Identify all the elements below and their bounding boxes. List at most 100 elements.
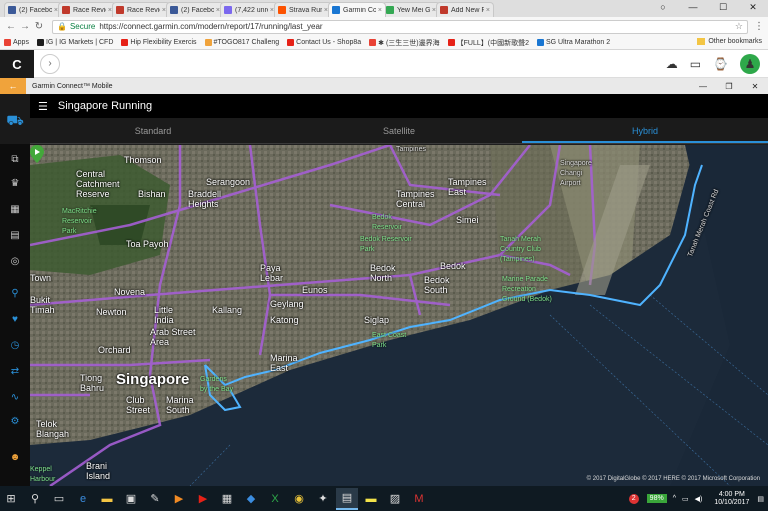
close-window-button[interactable]: ✕ [742, 82, 768, 91]
windows-start-icon[interactable]: ⊞ [0, 488, 22, 510]
browser-tab[interactable]: Garmin Con× [328, 2, 386, 17]
tab-close-icon[interactable]: × [486, 7, 490, 14]
clock[interactable]: 4:00 PM 10/10/2017 [714, 491, 749, 507]
reload-icon[interactable]: ↻ [32, 21, 46, 32]
news-icon[interactable]: ▤ [0, 230, 30, 241]
bookmark-item[interactable]: Contact Us - Shop8a [287, 38, 361, 48]
map-label-bedok-south: Bedok South [424, 275, 450, 295]
map-view[interactable]: Thomson Central Catchment Reserve Bishan Se… [30, 145, 768, 486]
chrome-menu-icon[interactable]: ⋮ [754, 21, 764, 32]
minimize-button[interactable]: — [690, 82, 716, 91]
chevron-right-icon[interactable]: › [40, 54, 60, 74]
bookmark-favicon-icon [447, 39, 455, 46]
heart-icon[interactable]: ♥ [0, 314, 30, 325]
url-text[interactable]: https://connect.garmin.com/modern/report… [99, 22, 735, 31]
device-watch-icon[interactable]: ⌚ [713, 57, 728, 71]
map-label-town: Town [30, 273, 52, 283]
volume-icon[interactable]: ◀) [695, 495, 703, 503]
other-bookmarks-label: Other bookmarks [708, 38, 762, 45]
sticky-notes-icon[interactable]: ▬ [360, 488, 382, 510]
edge-icon[interactable]: e [72, 488, 94, 510]
notification-badge[interactable]: 2 [628, 493, 639, 504]
maximize-button[interactable]: ☐ [708, 0, 738, 15]
bookmark-star-icon[interactable]: ☆ [735, 21, 743, 32]
bookmark-item[interactable]: 【FULL】(中國新歌聲2 [447, 38, 529, 48]
map-label-bedok: Bedok [440, 261, 466, 271]
dropbox-icon[interactable]: ◆ [240, 488, 262, 510]
garmin-app-icon[interactable]: ▤ [336, 487, 358, 510]
browser-tab[interactable]: Strava Run × [274, 2, 332, 17]
forward-arrow-icon[interactable]: → [18, 21, 32, 32]
youtube-icon[interactable]: ▶ [192, 488, 214, 510]
tab-satellite[interactable]: Satellite [276, 118, 522, 143]
other-bookmarks[interactable]: Other bookmarks [697, 38, 762, 45]
insights-icon[interactable]: ◎ [0, 256, 30, 267]
map-label-tiong-bahru: Tiong Bahru [80, 373, 105, 393]
hamburger-menu-icon[interactable]: ☰ [38, 100, 48, 113]
pen-icon[interactable]: ✎ [144, 488, 166, 510]
avatar[interactable]: ♟ [740, 54, 760, 74]
bookmark-favicon-icon [4, 39, 11, 46]
media-player-icon[interactable]: ▶ [168, 488, 190, 510]
tab-label: Add New P [451, 6, 484, 14]
browser-tab[interactable]: (2) Facebook× [166, 2, 224, 17]
browser-tab[interactable]: (2) Facebook× [4, 2, 62, 17]
chrome-icon[interactable]: ◉ [288, 488, 310, 510]
bookmark-item[interactable]: Hip Flexibility Exercis [121, 38, 197, 48]
garmin-logo-icon[interactable]: C [0, 50, 34, 78]
mcafee-icon[interactable]: M [408, 488, 430, 510]
stats-icon[interactable]: ∿ [0, 392, 30, 403]
cloud-upload-icon[interactable]: ☁ [666, 57, 678, 71]
inbox-icon[interactable]: ▭ [690, 57, 701, 71]
action-center-icon[interactable]: ▤ [757, 495, 764, 503]
stopwatch-icon[interactable]: ◷ [0, 340, 30, 351]
profile-icon[interactable]: ○ [648, 0, 678, 15]
browser-tab[interactable]: (7,422 unread× [220, 2, 278, 17]
browser-tab[interactable]: Add New P × [436, 2, 494, 17]
trophy-icon[interactable]: ♛ [0, 178, 30, 189]
maximize-button[interactable]: ❐ [716, 82, 742, 91]
back-arrow-icon[interactable]: ← [4, 21, 18, 32]
car-icon[interactable]: ⛟ [0, 112, 30, 131]
task-view-icon[interactable]: ▭ [48, 488, 70, 510]
network-icon[interactable]: ▭ [682, 495, 689, 503]
map-label-brani: Brani Island [86, 461, 111, 481]
workouts-icon[interactable]: ⇄ [0, 366, 30, 377]
photos-icon[interactable]: ▨ [384, 488, 406, 510]
calculator-icon[interactable]: ▦ [216, 488, 238, 510]
close-window-button[interactable]: ✕ [738, 0, 768, 15]
bookmark-item[interactable]: IG | IG Markets | CFD [36, 38, 113, 48]
bird-app-icon[interactable]: ✦ [312, 488, 334, 510]
tab-standard[interactable]: Standard [30, 118, 276, 143]
battery-indicator[interactable]: 98% [646, 494, 667, 503]
browser-tab[interactable]: Race Review× [112, 2, 170, 17]
map-label-tanah-merah: Tanah Merah Country Club (Tampines) [500, 236, 541, 263]
excel-icon[interactable]: X [264, 488, 286, 510]
bookmark-item[interactable]: ✱ (三生三世)邊界海 [369, 38, 440, 48]
tab-close-icon[interactable]: × [378, 7, 382, 14]
map-label-east-coast-park: East Coast Park [372, 332, 407, 349]
bookmark-item[interactable]: SG Ultra Marathon 2 [536, 38, 610, 48]
gear-icon[interactable]: ⚙ [0, 416, 30, 427]
file-explorer-icon[interactable]: ▬ [96, 488, 118, 510]
url-input[interactable]: 🔒 Secure https://connect.garmin.com/mode… [52, 19, 748, 34]
browser-tab[interactable]: Yew Mei Gr × [382, 2, 440, 17]
browser-tab[interactable]: Race Review× [58, 2, 116, 17]
bookmark-item[interactable]: Apps [4, 38, 29, 48]
bookmark-favicon-icon [287, 39, 295, 46]
activity-icon[interactable]: ⚲ [0, 288, 30, 299]
store-icon[interactable]: ▣ [120, 488, 142, 510]
chevron-up-icon[interactable]: ^ [673, 495, 676, 502]
minimize-button[interactable]: — [678, 0, 708, 15]
calendar-icon[interactable]: ▦ [0, 204, 30, 215]
back-arrow-icon[interactable]: ← [0, 78, 26, 94]
connections-icon[interactable]: ☻ [0, 452, 30, 463]
tab-label: Garmin Con [343, 6, 376, 14]
copy-icon[interactable]: ⧉ [0, 154, 30, 165]
tab-hybrid[interactable]: Hybrid [522, 118, 768, 143]
start-marker-icon[interactable] [30, 145, 44, 163]
map-label-airport: Singapore Changi Airport [560, 160, 592, 187]
tab-label: (7,422 unread [235, 6, 268, 14]
bookmark-item[interactable]: #TOGO817 Challeng [204, 38, 279, 48]
search-icon[interactable]: ⚲ [24, 488, 46, 510]
